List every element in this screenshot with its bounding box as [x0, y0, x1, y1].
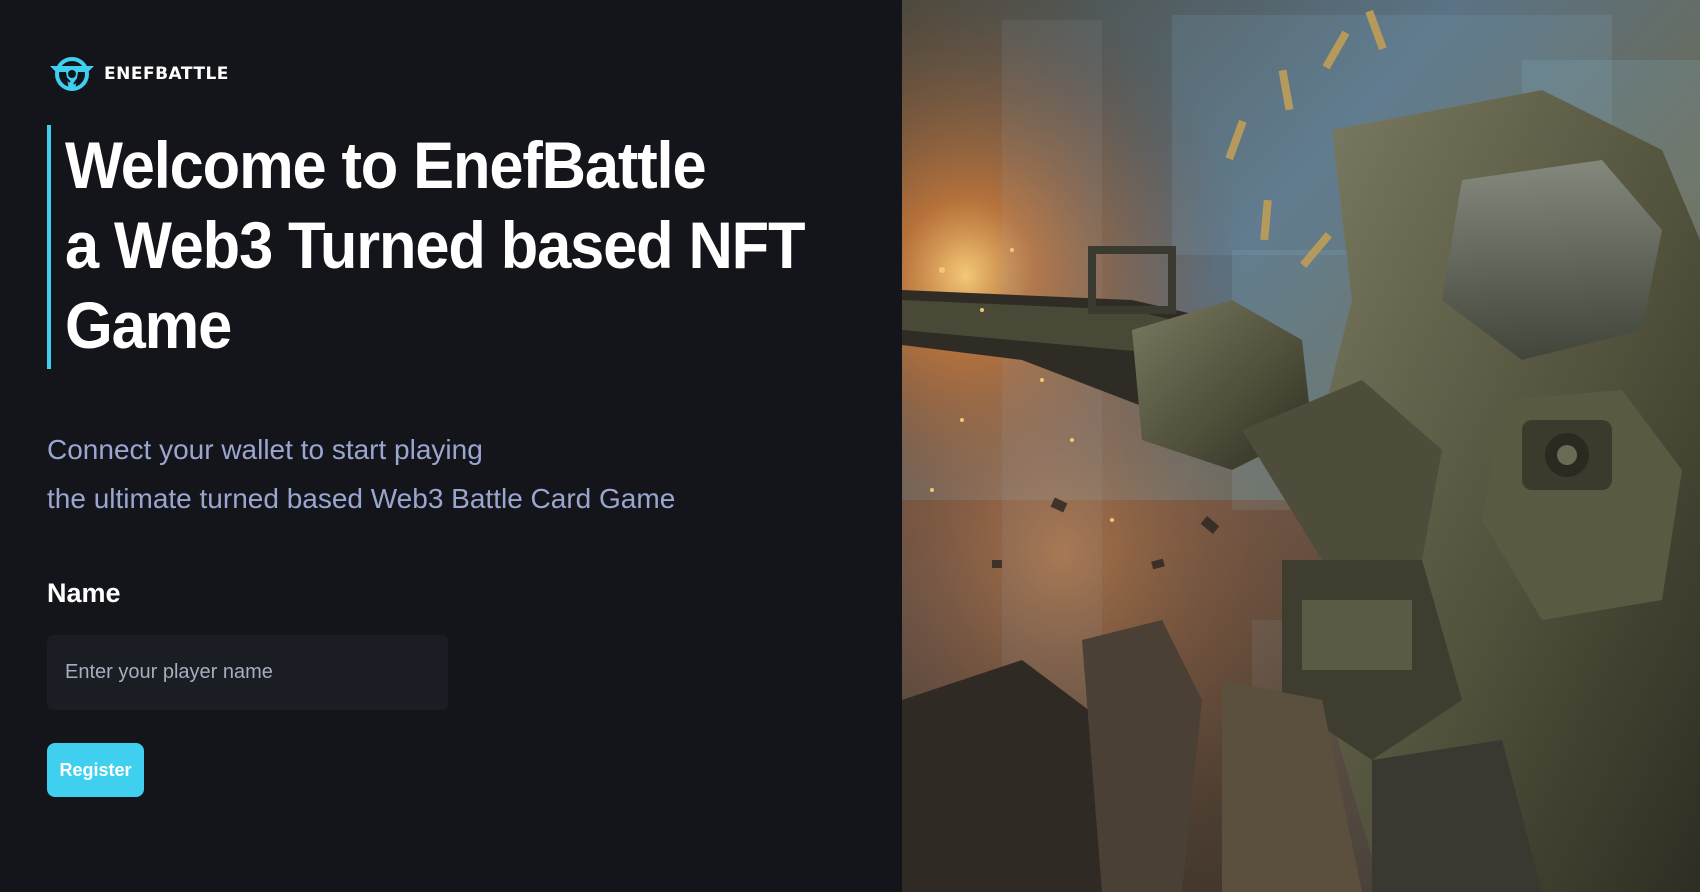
brand-logo: ENEFBATTLE — [48, 52, 229, 96]
hero-subtitle: Connect your wallet to start playing the… — [47, 425, 675, 523]
hero-title-line-2: a Web3 Turned based NFT — [65, 208, 806, 282]
left-panel: ENEFBATTLE Welcome to EnefBattle a Web3 … — [0, 0, 902, 892]
name-label: Name — [47, 578, 121, 608]
brand-name: ENEFBATTLE — [104, 64, 229, 84]
page: ENEFBATTLE Welcome to EnefBattle a Web3 … — [0, 0, 1700, 892]
hero-title-line-1: Welcome to EnefBattle — [65, 128, 707, 202]
hero-title: Welcome to EnefBattle a Web3 Turned base… — [65, 125, 806, 365]
enefbattle-logo-icon — [50, 57, 94, 91]
hero-title-line-3: Game — [65, 288, 232, 362]
artwork-panel — [902, 0, 1700, 892]
register-button[interactable]: Register — [47, 743, 144, 797]
hero-heading-block: Welcome to EnefBattle a Web3 Turned base… — [47, 125, 807, 369]
subtitle-line-2: the ultimate turned based Web3 Battle Ca… — [47, 483, 676, 514]
player-name-input[interactable] — [47, 635, 448, 710]
battle-mech-artwork — [902, 0, 1700, 892]
subtitle-line-1: Connect your wallet to start playing — [47, 434, 483, 465]
